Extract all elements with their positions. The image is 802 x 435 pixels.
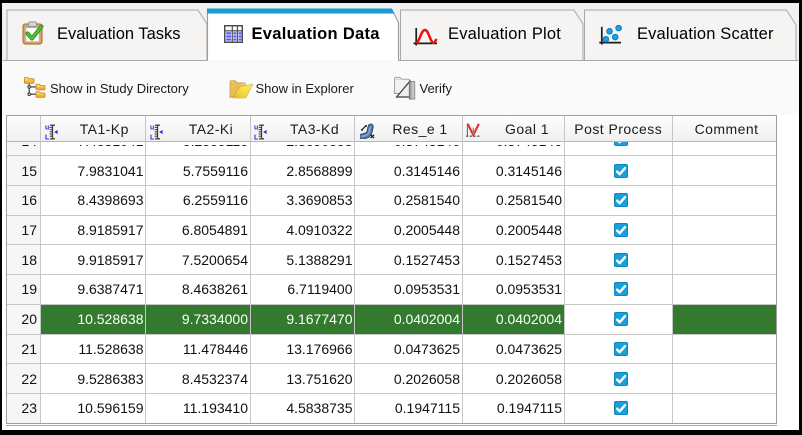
svg-text:L: L <box>45 134 50 140</box>
svg-text:u: u <box>150 124 154 131</box>
svg-text:u: u <box>254 124 258 131</box>
svg-text:L: L <box>254 134 259 140</box>
svg-text:u: u <box>45 124 49 131</box>
svg-text:L: L <box>150 134 155 140</box>
